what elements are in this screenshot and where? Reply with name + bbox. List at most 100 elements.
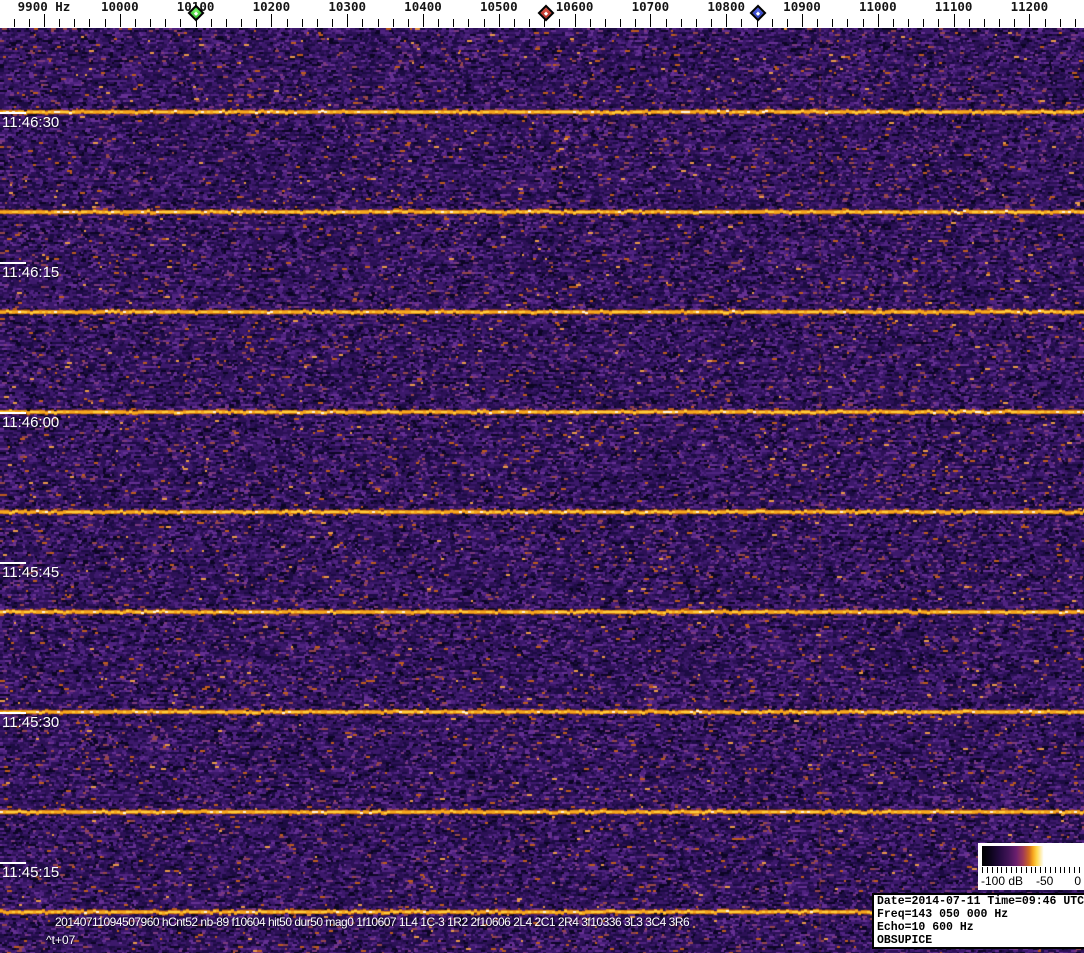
freq-tick-11200: [1029, 14, 1030, 27]
colorbar-tick: [987, 867, 988, 873]
freq-label-10600: 10600: [556, 0, 594, 13]
freq-tick-10720: [666, 19, 667, 27]
station-info-box: Date=2014-07-11 Time=09:46 UTC Freq=143 …: [872, 893, 1084, 949]
colorbar-tick: [1069, 867, 1070, 873]
freq-tick-10740: [681, 19, 682, 27]
freq-label-11000: 11000: [859, 0, 897, 13]
colorbar-tick: [997, 867, 998, 873]
red-marker[interactable]: [537, 5, 554, 22]
freq-tick-10320: [362, 19, 363, 27]
time-offset-note: ^t+07: [46, 934, 75, 947]
colorbar-gradient: [982, 846, 1080, 866]
colorbar-tick: [1045, 867, 1046, 873]
blue-marker[interactable]: [750, 5, 767, 22]
freq-label-11200: 11200: [1011, 0, 1049, 13]
freq-tick-10020: [135, 19, 136, 27]
freq-label-9900: 9900 Hz: [18, 0, 71, 13]
freq-label-10900: 10900: [783, 0, 821, 13]
info-station-name: OBSUPICE: [877, 934, 1084, 947]
colorbar-tick: [1026, 867, 1027, 873]
freq-tick-9940: [74, 19, 75, 27]
colorbar-tick: [1011, 867, 1012, 873]
freq-tick-11180: [1014, 19, 1015, 27]
freq-tick-11140: [984, 19, 985, 27]
freq-tick-9920: [59, 19, 60, 27]
freq-tick-11060: [923, 19, 924, 27]
time-label-1: 11:46:15: [2, 265, 59, 280]
freq-label-10700: 10700: [632, 0, 670, 13]
freq-tick-10640: [605, 19, 606, 27]
freq-tick-11040: [908, 19, 909, 27]
freq-tick-10300: [347, 14, 348, 27]
colorbar-tick: [1006, 867, 1007, 873]
freq-tick-10960: [847, 19, 848, 27]
freq-tick-10420: [438, 19, 439, 27]
freq-label-10400: 10400: [404, 0, 442, 13]
freq-tick-10000: [120, 14, 121, 27]
freq-label-10500: 10500: [480, 0, 518, 13]
colorbar-tick: [992, 867, 993, 873]
colorbar-tick: [1040, 867, 1041, 873]
colorbar-tick: [1074, 867, 1075, 873]
colorbar-label-max: 0: [1074, 874, 1081, 888]
detection-annotation: 20140711094507960 hCnt52 nb-89 f10604 hi…: [55, 916, 689, 929]
freq-tick-11100: [954, 14, 955, 27]
freq-tick-9880: [29, 19, 30, 27]
colorbar-tick: [1035, 867, 1036, 873]
freq-tick-11260: [1075, 19, 1076, 27]
time-label-4: 11:45:30: [2, 715, 59, 730]
freq-tick-11080: [938, 19, 939, 27]
colorbar-tick: [1001, 867, 1002, 873]
spectrogram-canvas: [0, 28, 1084, 953]
spectrogram-display: 9900 Hz100001010010200103001040010500106…: [0, 0, 1084, 953]
colorbar-tick: [1064, 867, 1065, 873]
freq-tick-10700: [650, 14, 651, 27]
freq-tick-10180: [256, 19, 257, 27]
colorbar-tick: [1060, 867, 1061, 873]
freq-tick-10580: [559, 19, 560, 27]
freq-tick-10160: [241, 19, 242, 27]
colorbar-tick: [1055, 867, 1056, 873]
freq-tick-10380: [408, 19, 409, 27]
freq-tick-10520: [514, 19, 515, 27]
freq-tick-10060: [165, 19, 166, 27]
colorbar-tick: [1079, 867, 1080, 873]
freq-tick-10860: [772, 19, 773, 27]
freq-tick-10280: [332, 19, 333, 27]
freq-label-10200: 10200: [253, 0, 291, 13]
freq-label-11100: 11100: [935, 0, 973, 13]
time-label-5: 11:45:15: [2, 865, 59, 880]
freq-tick-10980: [863, 19, 864, 27]
freq-tick-11220: [1045, 19, 1046, 27]
freq-tick-10360: [393, 19, 394, 27]
freq-tick-10780: [711, 19, 712, 27]
freq-tick-10620: [590, 19, 591, 27]
freq-tick-10240: [302, 19, 303, 27]
freq-tick-10260: [317, 19, 318, 27]
freq-tick-10140: [226, 19, 227, 27]
freq-tick-10820: [741, 19, 742, 27]
colorbar-tick: [1016, 867, 1017, 873]
freq-label-10300: 10300: [328, 0, 366, 13]
freq-tick-9860: [14, 19, 15, 27]
colorbar-label-mid: -50: [1036, 874, 1053, 888]
info-date-time: Date=2014-07-11 Time=09:46 UTC: [877, 895, 1084, 908]
freq-tick-10480: [484, 19, 485, 27]
freq-tick-10760: [696, 19, 697, 27]
colorbar-tick: [1050, 867, 1051, 873]
freq-tick-10920: [817, 19, 818, 27]
freq-tick-10340: [378, 19, 379, 27]
freq-tick-10040: [150, 19, 151, 27]
freq-tick-10080: [180, 19, 181, 27]
freq-label-10000: 10000: [101, 0, 139, 13]
info-echo-frequency: Echo=10 600 Hz: [877, 921, 1084, 934]
freq-tick-11160: [999, 19, 1000, 27]
info-frequency: Freq=143 050 000 Hz: [877, 908, 1084, 921]
freq-tick-11020: [893, 19, 894, 27]
freq-tick-10660: [620, 19, 621, 27]
colorbar-tick: [982, 867, 983, 873]
freq-tick-10940: [832, 19, 833, 27]
freq-tick-11240: [1060, 19, 1061, 27]
intensity-colorbar: -100 dB -50 0: [978, 843, 1084, 890]
freq-tick-9960: [89, 19, 90, 27]
